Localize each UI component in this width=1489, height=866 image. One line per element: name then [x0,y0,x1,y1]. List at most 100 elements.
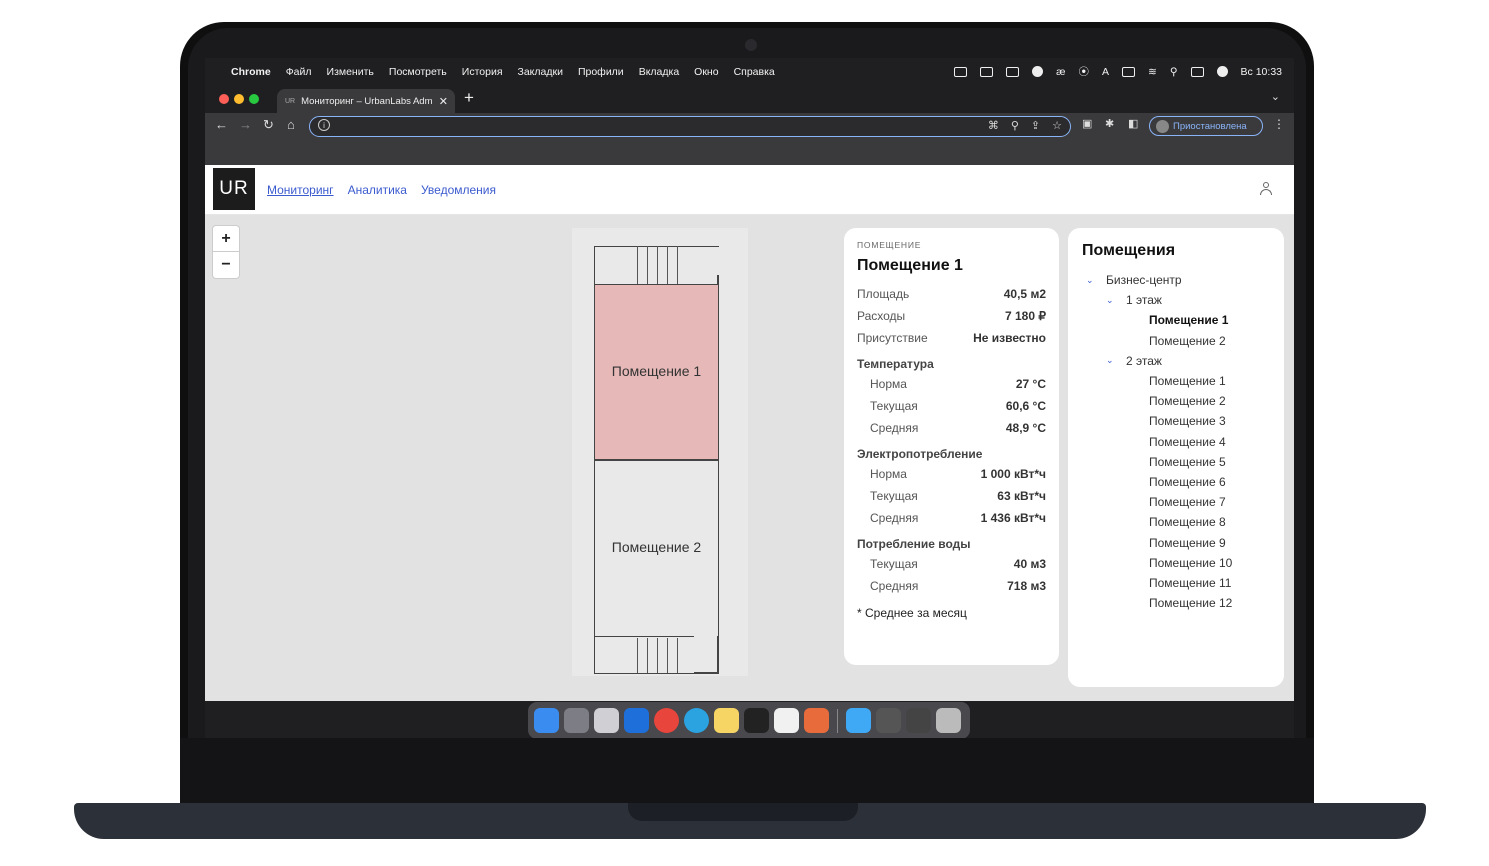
detail-value: Не известно [973,331,1046,345]
tab-search-chevron-icon[interactable]: ⌄ [1271,90,1280,103]
input-icon[interactable]: A [1102,66,1109,78]
side-panel-icon[interactable]: ◧ [1128,117,1138,130]
home-icon[interactable]: ⌂ [287,117,295,132]
clock[interactable]: Вс 10:33 [1241,66,1282,78]
detail-row: Средняя 1 436 кВт*ч [857,507,1046,529]
bookmark-star-icon[interactable]: ☆ [1052,119,1062,132]
site-info-icon[interactable]: i [318,119,330,131]
tree-room[interactable]: Помещение 12 [1082,593,1270,613]
close-window-button[interactable] [219,94,229,104]
menu-item[interactable]: Окно [694,66,718,78]
menu-app-name[interactable]: Chrome [231,66,271,78]
logo[interactable]: UR [213,168,255,210]
window-preview-icon[interactable] [876,708,901,733]
close-tab-icon[interactable]: ✕ [439,95,448,108]
minimize-window-button[interactable] [234,94,244,104]
zoom-window-button[interactable] [249,94,259,104]
nav-notifications[interactable]: Уведомления [421,183,496,197]
chevron-down-icon[interactable]: ⌄ [1106,355,1126,366]
tree-room[interactable]: Помещение 7 [1082,492,1270,512]
tree-room[interactable]: Помещение 4 [1082,432,1270,452]
extensions-puzzle-icon[interactable]: ✱ [1105,117,1114,130]
detail-row: Присутствие Не известно [857,327,1046,349]
tree-room[interactable]: Помещение 11 [1082,573,1270,593]
tree-floor-2[interactable]: ⌄ 2 этаж [1082,351,1270,371]
zoom-icon[interactable]: ⚲ [1011,119,1019,132]
stair-step [647,246,649,284]
nav-monitoring[interactable]: Мониторинг [267,183,334,197]
tree-room[interactable]: Помещение 3 [1082,411,1270,431]
zoom-in-button[interactable]: + [213,226,239,252]
share-icon[interactable]: ⇪ [1031,119,1040,132]
new-tab-button[interactable]: + [464,88,474,108]
tree-room[interactable]: Помещение 8 [1082,512,1270,532]
screenshot-icon[interactable] [594,708,619,733]
disk-icon[interactable] [1006,66,1020,77]
menu-item[interactable]: Профили [578,66,624,78]
translate-icon[interactable]: ⌘ [988,119,999,132]
menu-item[interactable]: Посмотреть [389,66,447,78]
menu-item[interactable]: Закладки [518,66,563,78]
slack-icon[interactable] [774,708,799,733]
back-arrow-icon[interactable]: ← [215,117,228,132]
tree-room[interactable]: Помещение 1 [1082,310,1270,330]
tree-room[interactable]: Помещение 5 [1082,452,1270,472]
trash-icon[interactable] [936,708,961,733]
webstorm-icon[interactable] [624,708,649,733]
chevron-down-icon[interactable]: ⌄ [1106,295,1126,306]
menu-item[interactable]: История [462,66,503,78]
tree-room[interactable]: Помещение 6 [1082,472,1270,492]
chevron-down-icon[interactable]: ⌄ [1086,275,1106,286]
reload-icon[interactable]: ↻ [263,117,274,133]
room-2[interactable]: Помещение 2 [594,459,719,637]
laptop-notch [628,803,858,821]
launchpad-icon[interactable] [564,708,589,733]
tree-room[interactable]: Помещение 2 [1082,391,1270,411]
menu-kebab-icon[interactable]: ⋮ [1273,117,1285,131]
stair-step [667,638,669,673]
notes-icon[interactable] [714,708,739,733]
menu-item[interactable]: Изменить [327,66,374,78]
figma-icon[interactable] [804,708,829,733]
browser-tab[interactable]: UR Мониторинг – UrbanLabs Adm ✕ [277,89,455,113]
menu-item[interactable]: Справка [734,66,775,78]
detail-label: Норма [870,467,907,481]
telegram-icon[interactable] [684,708,709,733]
detail-label: Текущая [870,557,918,571]
terminal-icon[interactable] [744,708,769,733]
search-icon[interactable]: ⚲ [1170,66,1178,78]
tree-room[interactable]: Помещение 10 [1082,553,1270,573]
address-bar[interactable]: i ⌘ ⚲ ⇪ ☆ [309,116,1071,137]
user-icon[interactable] [1260,182,1272,196]
extension-translate-icon[interactable]: ▣ [1082,117,1092,130]
profile-button[interactable]: Приостановлена [1149,116,1263,136]
nav-analytics[interactable]: Аналитика [348,183,407,197]
folder-icon[interactable] [846,708,871,733]
zoom-out-button[interactable]: − [213,252,239,278]
play-icon[interactable]: ⦿ [1079,64,1090,79]
battery-icon[interactable] [1122,66,1136,77]
app-content: UR Мониторинг Аналитика Уведомления + − … [205,165,1294,701]
tree-room[interactable]: Помещение 9 [1082,532,1270,552]
tree-room[interactable]: Помещение 1 [1082,371,1270,391]
shield-icon[interactable] [1032,66,1044,77]
tree-room[interactable]: Помещение 2 [1082,331,1270,351]
finder-icon[interactable] [534,708,559,733]
siri-icon[interactable] [1216,66,1228,77]
control-center-icon[interactable] [1190,66,1204,77]
tree-floor-1[interactable]: ⌄ 1 этаж [1082,290,1270,310]
main-nav: Мониторинг Аналитика Уведомления [267,183,496,197]
window-preview-icon[interactable] [906,708,931,733]
memory-icon[interactable] [980,66,994,77]
floor-plan: Помещение 1 Помещение 2 [565,228,755,700]
forward-arrow-icon[interactable]: → [239,117,252,132]
detail-row: Текущая 63 кВт*ч [857,485,1046,507]
room-1[interactable]: Помещение 1 [594,284,719,461]
chrome-icon[interactable] [654,708,679,733]
ae-icon[interactable]: æ [1056,66,1065,78]
tree-building[interactable]: ⌄ Бизнес-центр [1082,270,1270,290]
wifi-icon[interactable]: ≋ [1148,66,1157,78]
menu-item[interactable]: Файл [286,66,312,78]
cpu-icon[interactable] [954,66,968,77]
menu-item[interactable]: Вкладка [639,66,679,78]
